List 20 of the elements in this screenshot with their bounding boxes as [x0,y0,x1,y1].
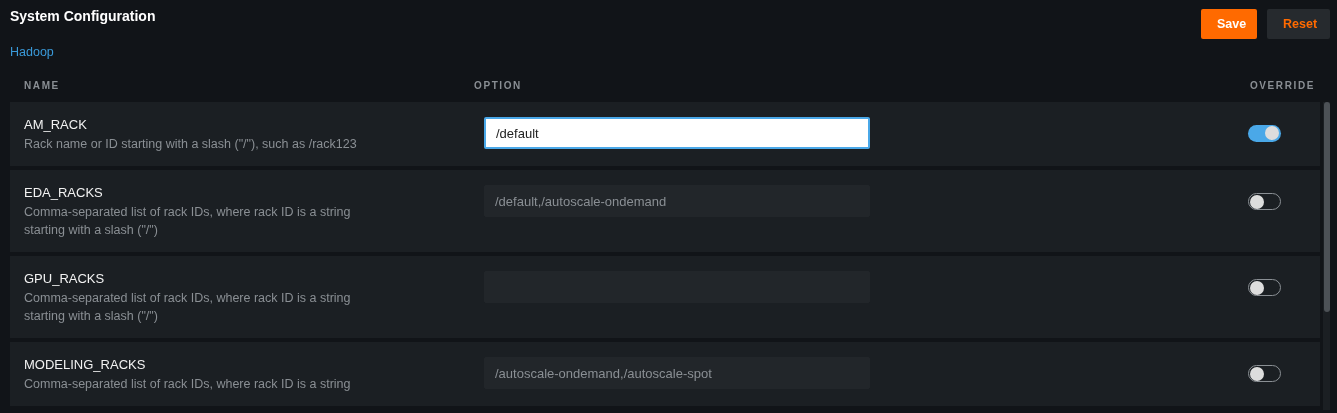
reset-button[interactable]: Reset [1267,9,1330,39]
setting-description: Comma-separated list of rack IDs, where rack ID is a string starting with a slash ("/") [24,204,352,239]
page-title: System Configuration [10,8,157,24]
column-header: OVERRIDE [1249,80,1315,91]
option-field[interactable]: /autoscale-ondemand,/autoscale-spot [484,357,870,389]
column-header: NAME [24,80,61,91]
setting-description: Rack name or ID starting with a slash ("/"), such as /rack123 [24,136,358,153]
scrollbar[interactable] [1323,102,1330,410]
setting-name: AM_RACK [24,117,88,132]
setting-description: Comma-separated list of rack IDs, where rack ID is a string starting with a slash ("/") [24,290,352,325]
setting-description: Comma-separated list of rack IDs, where rack ID is a string [24,376,352,393]
setting-name: EDA_RACKS [24,185,104,200]
setting-name: GPU_RACKS [24,271,106,286]
column-header: OPTION [474,80,523,91]
override-toggle[interactable] [1248,125,1281,142]
save-button[interactable]: Save [1201,9,1257,39]
option-field[interactable]: /default,/autoscale-ondemand [484,185,870,217]
option-field[interactable]: /default [484,117,870,149]
breadcrumb-link[interactable]: Hadoop [10,45,54,59]
setting-name: MODELING_RACKS [24,357,147,372]
